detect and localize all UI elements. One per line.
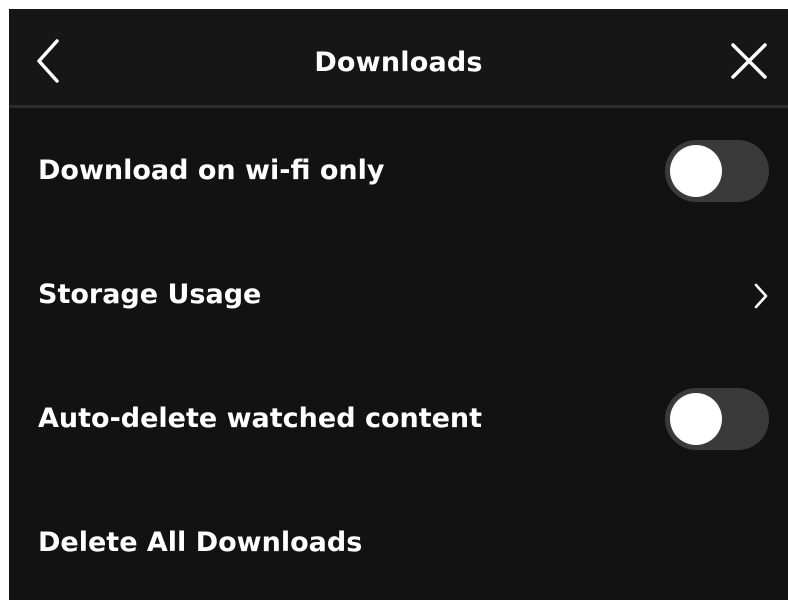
download-wifi-only-toggle[interactable]	[665, 140, 769, 202]
back-button[interactable]	[29, 35, 69, 87]
close-button[interactable]	[727, 39, 771, 83]
toggle-knob	[670, 393, 722, 445]
auto-delete-toggle[interactable]	[665, 388, 769, 450]
header-bar: Downloads	[9, 9, 788, 105]
delete-all-downloads-label: Delete All Downloads	[38, 527, 363, 558]
toggle-knob	[670, 145, 722, 197]
storage-usage-row[interactable]: Storage Usage	[9, 233, 788, 357]
auto-delete-row[interactable]: Auto-delete watched content	[9, 357, 788, 481]
downloads-settings-screen: Downloads Download on wi-fi only Storage…	[9, 9, 788, 600]
download-wifi-only-row[interactable]: Download on wi-fi only	[9, 109, 788, 233]
close-icon	[731, 43, 767, 79]
chevron-right-icon	[754, 283, 768, 309]
delete-all-downloads-row[interactable]: Delete All Downloads	[9, 481, 788, 605]
chevron-left-icon	[37, 39, 59, 83]
header-divider	[9, 105, 788, 108]
page-title: Downloads	[314, 47, 483, 78]
storage-usage-label: Storage Usage	[38, 279, 262, 310]
auto-delete-label: Auto-delete watched content	[38, 403, 483, 434]
download-wifi-only-label: Download on wi-fi only	[38, 155, 385, 186]
